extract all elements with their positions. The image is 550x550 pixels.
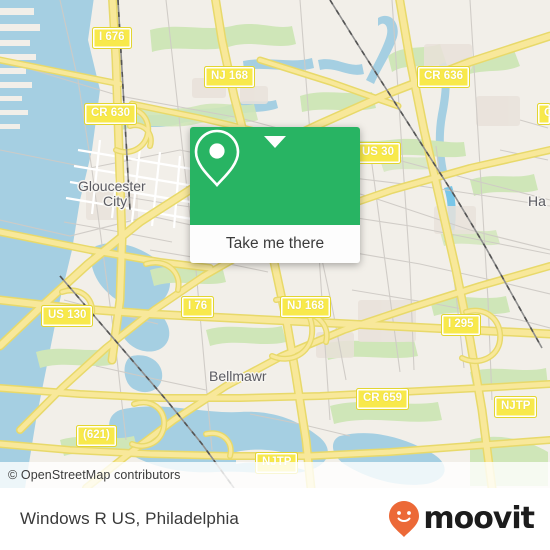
moovit-map-page: I 676 NJ 168 CR 636 CR 630 US 30 CR US 1… xyxy=(0,0,550,550)
road-shield: CR 659 xyxy=(356,388,409,410)
map-canvas[interactable]: I 676 NJ 168 CR 636 CR 630 US 30 CR US 1… xyxy=(0,0,550,488)
location-pin-icon xyxy=(194,129,240,187)
road-shield: US 30 xyxy=(355,142,401,164)
callout-tail xyxy=(264,136,286,148)
road-shield: NJ 168 xyxy=(204,66,256,88)
page-footer: Windows R US, Philadelphia moovit xyxy=(0,488,550,550)
road-shield: CR 636 xyxy=(417,66,470,88)
moovit-logo[interactable]: moovit xyxy=(388,500,535,538)
location-title: Windows R US, Philadelphia xyxy=(20,509,239,528)
road-shield: I 76 xyxy=(181,296,215,318)
moovit-wordmark: moovit xyxy=(423,501,535,536)
attribution-text: © OpenStreetMap contributors xyxy=(8,468,181,482)
take-me-there-label: Take me there xyxy=(225,235,325,252)
take-me-there-button[interactable]: Take me there xyxy=(190,225,360,263)
road-shield: I 295 xyxy=(441,314,481,336)
place-label-bellmawr: Bellmawr xyxy=(209,368,267,384)
road-shield: I 676 xyxy=(92,27,132,49)
road-shield: US 130 xyxy=(41,305,94,327)
place-label-gloucester-city: City xyxy=(103,193,128,209)
place-label-gloucester: Gloucester xyxy=(78,178,146,194)
map-attribution[interactable]: © OpenStreetMap contributors xyxy=(0,462,550,488)
road-shield: CR xyxy=(537,103,550,125)
road-shield: CR 630 xyxy=(84,103,137,125)
road-shield: NJ 168 xyxy=(280,296,332,318)
road-shield: (621) xyxy=(76,425,117,447)
road-shield: NJTP xyxy=(494,396,538,418)
moovit-smiley-pin-icon xyxy=(389,501,420,537)
place-label-haddon: Ha xyxy=(528,193,546,209)
